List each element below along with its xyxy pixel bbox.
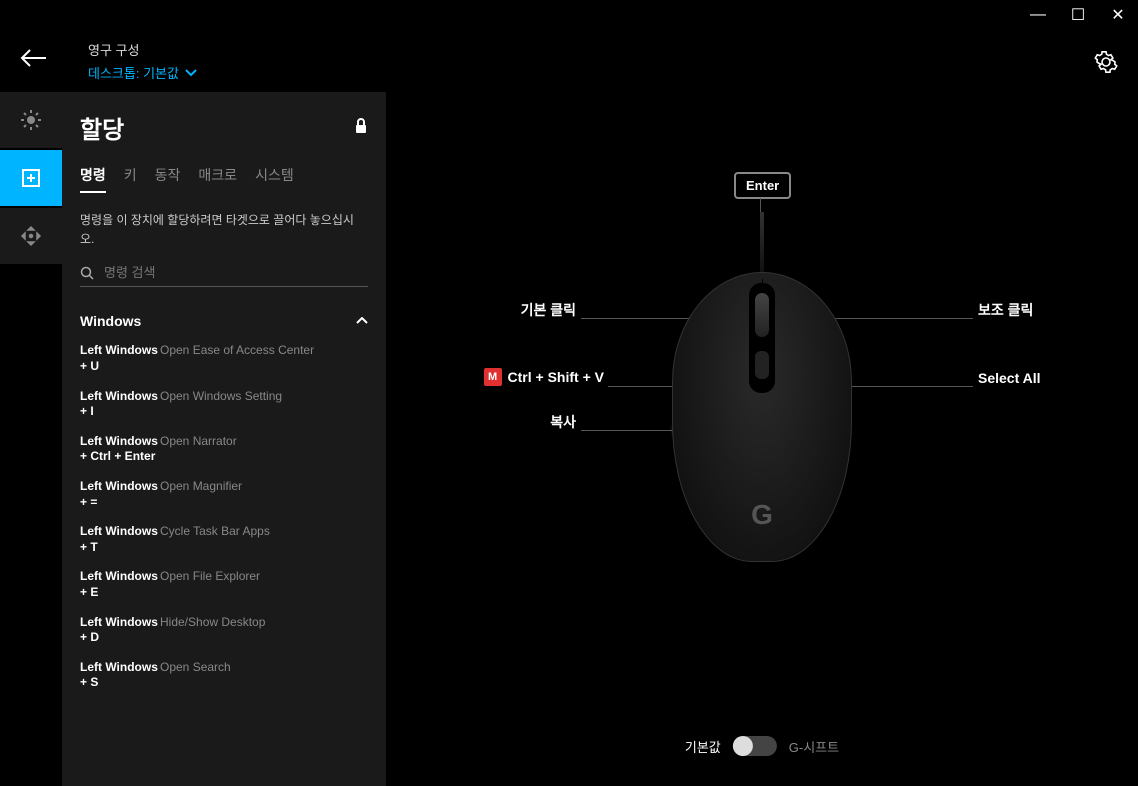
assignment-right-click[interactable]: 보조 클릭: [978, 300, 1033, 320]
command-item[interactable]: Left Windows + UOpen Ease of Access Cent…: [80, 337, 368, 382]
logitech-logo: G: [751, 499, 773, 531]
minimize-icon: —: [1030, 6, 1046, 24]
toggle-knob: [733, 736, 753, 756]
tab-system[interactable]: 시스템: [255, 165, 294, 193]
lighting-tab[interactable]: [0, 92, 62, 148]
command-key: Left Windows + I: [80, 389, 160, 420]
assignments-tab[interactable]: [0, 150, 62, 206]
tab-keys[interactable]: 키: [124, 165, 137, 193]
command-list[interactable]: Left Windows + UOpen Ease of Access Cent…: [80, 337, 368, 786]
brightness-icon: [19, 108, 43, 132]
command-key: Left Windows + Ctrl + Enter: [80, 434, 160, 465]
minimize-button[interactable]: —: [1026, 3, 1050, 27]
assignment-scroll-wheel[interactable]: Enter: [734, 172, 791, 199]
enter-label: Enter: [746, 178, 779, 193]
settings-button[interactable]: [1094, 50, 1118, 79]
command-key: Left Windows + U: [80, 343, 160, 374]
search-icon: [80, 266, 94, 280]
command-item[interactable]: Left Windows + IOpen Windows Setting: [80, 383, 368, 428]
command-key: Left Windows + =: [80, 479, 160, 510]
assignment-side-front[interactable]: M Ctrl + Shift + V: [426, 368, 604, 386]
plus-icon: [19, 166, 43, 190]
lock-button[interactable]: [354, 118, 368, 137]
command-desc: Hide/Show Desktop: [160, 615, 368, 646]
command-item[interactable]: Left Windows + SOpen Search: [80, 654, 368, 699]
command-item[interactable]: Left Windows + Ctrl + EnterOpen Narrator: [80, 428, 368, 473]
assignment-mid-button[interactable]: Select All: [978, 370, 1041, 386]
maximize-button[interactable]: ☐: [1066, 3, 1090, 27]
toggle-label-default: 기본값: [685, 737, 721, 756]
profile-selector[interactable]: 데스크톱: 기본값: [88, 63, 1118, 82]
panel-title: 할당: [80, 110, 124, 145]
chevron-down-icon: [185, 69, 197, 77]
tab-commands[interactable]: 명령: [80, 165, 106, 193]
command-key: Left Windows + S: [80, 660, 160, 691]
assignment-side-rear[interactable]: 복사: [446, 412, 576, 432]
command-desc: Open Search: [160, 660, 368, 691]
profile-title: 영구 구성: [88, 40, 1118, 59]
close-icon: ✕: [1111, 5, 1124, 25]
command-key: Left Windows + E: [80, 569, 160, 600]
command-key: Left Windows + D: [80, 615, 160, 646]
sensitivity-tab[interactable]: [0, 208, 62, 264]
command-item[interactable]: Left Windows + TCycle Task Bar Apps: [80, 518, 368, 563]
dpi-button: [755, 351, 769, 379]
macro-badge-icon: M: [484, 368, 502, 386]
assignment-left-click[interactable]: 기본 클릭: [446, 300, 576, 320]
section-label: Windows: [80, 313, 141, 329]
close-button[interactable]: ✕: [1106, 3, 1130, 27]
back-arrow-icon: [20, 48, 48, 68]
command-desc: Open Magnifier: [160, 479, 368, 510]
tab-actions[interactable]: 동작: [155, 165, 181, 193]
move-icon: [19, 224, 43, 248]
device-view: Enter 기본 클릭 보조 클릭 M Ctrl + Shift + V Sel…: [386, 92, 1138, 786]
mouse-graphic: G: [672, 272, 852, 562]
gear-icon: [1094, 50, 1118, 74]
command-item[interactable]: Left Windows + DHide/Show Desktop: [80, 609, 368, 654]
scroll-wheel: [755, 293, 769, 337]
command-item[interactable]: Left Windows + =Open Magnifier: [80, 473, 368, 518]
mouse-cable: [760, 212, 764, 272]
callout-line: [581, 430, 678, 431]
command-desc: Cycle Task Bar Apps: [160, 524, 368, 555]
gshift-toggle[interactable]: [733, 736, 777, 756]
command-desc: Open File Explorer: [160, 569, 368, 600]
chevron-up-icon: [356, 317, 368, 325]
command-item[interactable]: Left Windows + EOpen File Explorer: [80, 563, 368, 608]
maximize-icon: ☐: [1071, 5, 1085, 25]
profile-name: 데스크톱: 기본값: [88, 63, 179, 82]
tab-macros[interactable]: 매크로: [198, 165, 237, 193]
toggle-label-gshift: G-시프트: [789, 737, 839, 756]
hint-text: 명령을 이 장치에 할당하려면 타겟으로 끌어다 놓으십시오.: [80, 211, 368, 249]
search-input[interactable]: [104, 265, 368, 280]
command-desc: Open Ease of Access Center: [160, 343, 368, 374]
section-windows[interactable]: Windows: [80, 305, 368, 337]
back-button[interactable]: [20, 47, 48, 75]
command-desc: Open Narrator: [160, 434, 368, 465]
lock-icon: [354, 118, 368, 134]
command-desc: Open Windows Setting: [160, 389, 368, 420]
mouse-body: G: [672, 272, 852, 562]
command-key: Left Windows + T: [80, 524, 160, 555]
